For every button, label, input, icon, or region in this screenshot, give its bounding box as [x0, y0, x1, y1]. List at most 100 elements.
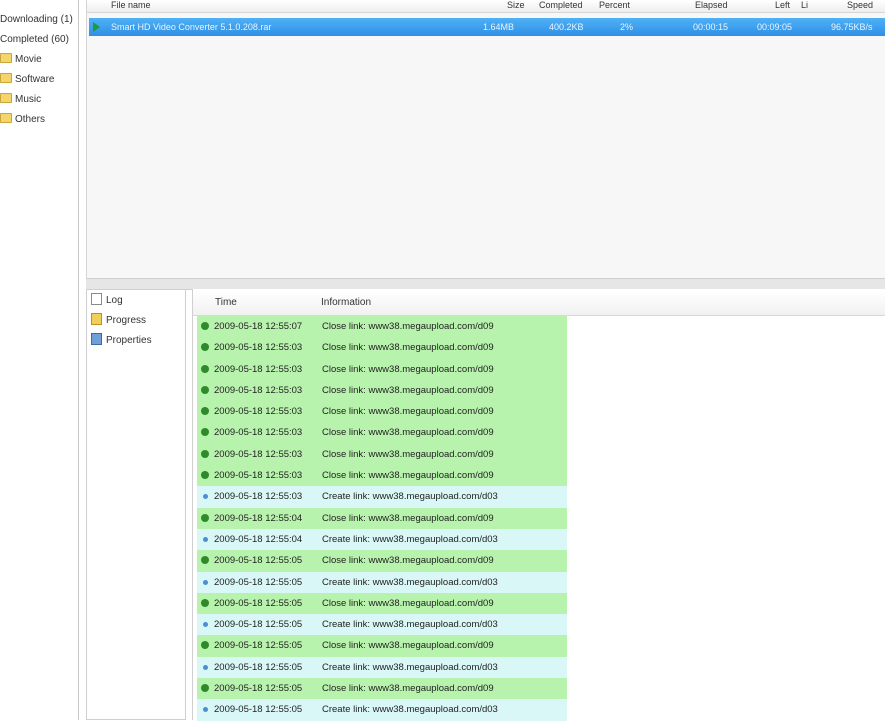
log-row[interactable]: 2009-05-18 12:55:04 Close link: www38.meg…	[197, 507, 567, 529]
log-time: 2009-05-18 12:55:04	[214, 533, 303, 545]
log-information: Close link: www38.megaupload.com/d09	[322, 321, 494, 332]
category-movie[interactable]: Movie	[0, 51, 42, 69]
log-information: Close link: www38.megaupload.com/d09	[322, 512, 494, 524]
log-information: Close link: www38.megaupload.com/d09	[322, 470, 494, 482]
info-icon	[203, 622, 208, 628]
log-information: Create link: www38.megaupload.com/d03	[322, 576, 498, 588]
log-information: Close link: www38.megaupload.com/d09	[322, 342, 494, 354]
log-time: 2009-05-18 12:55:07	[214, 321, 303, 332]
download-row-selected[interactable]: Smart HD Video Converter 5.1.0.208.rar 1…	[89, 18, 885, 36]
column-elapsed[interactable]: Elapsed	[695, 0, 728, 12]
log-time: 2009-05-18 12:55:05	[214, 597, 303, 609]
ok-circle-icon	[201, 684, 209, 693]
ok-circle-icon	[201, 428, 209, 437]
log-information: Create link: www38.megaupload.com/d03	[322, 704, 498, 716]
log-time: 2009-05-18 12:55:05	[214, 704, 303, 716]
log-time: 2009-05-18 12:55:03	[214, 470, 303, 482]
log-row[interactable]: 2009-05-18 12:55:03 Close link: www38.meg…	[197, 401, 567, 423]
log-information: Close link: www38.megaupload.com/d09	[322, 406, 494, 418]
category-completed[interactable]: Completed (60)	[0, 31, 69, 49]
log-information: Create link: www38.megaupload.com/d03	[322, 661, 498, 673]
log-information: Close link: www38.megaupload.com/d09	[322, 683, 494, 695]
category-music[interactable]: Music	[0, 91, 41, 109]
log-information: Close link: www38.megaupload.com/d09	[322, 597, 494, 609]
log-row[interactable]: 2009-05-18 12:55:05 Create link: www38.me…	[197, 656, 567, 679]
log-row[interactable]: 2009-05-18 12:55:03 Close link: www38.meg…	[197, 443, 567, 466]
log-rows: 2009-05-18 12:55:07 Close link: www38.meg…	[197, 316, 567, 721]
category-software[interactable]: Software	[0, 71, 54, 89]
log-row[interactable]: 2009-05-18 12:55:05 Close link: www38.meg…	[197, 592, 567, 615]
column-speed[interactable]: Speed	[847, 0, 873, 12]
log-time: 2009-05-18 12:55:05	[214, 576, 303, 588]
category-others[interactable]: Others	[0, 111, 45, 129]
log-row[interactable]: 2009-05-18 12:55:04 Create link: www38.me…	[197, 528, 567, 551]
category-tree: Downloading (1) Completed (60) Movie Sof…	[0, 0, 79, 720]
log-row[interactable]: 2009-05-18 12:55:03 Close link: www38.meg…	[197, 379, 567, 402]
column-percent[interactable]: Percent	[599, 0, 630, 12]
log-row[interactable]: 2009-05-18 12:55:03 Close link: www38.meg…	[197, 358, 567, 380]
log-time: 2009-05-18 12:55:05	[214, 619, 303, 631]
info-icon	[203, 536, 208, 542]
tab-properties-label: Properties	[106, 335, 152, 346]
column-li[interactable]: Li	[801, 0, 808, 12]
column-file-name[interactable]: File name	[111, 0, 151, 12]
category-downloading[interactable]: Downloading (1)	[0, 11, 73, 29]
log-information: Close link: www38.megaupload.com/d09	[322, 363, 494, 375]
ok-circle-icon	[201, 322, 209, 330]
log-row[interactable]: 2009-05-18 12:55:05 Create link: www38.me…	[197, 614, 567, 636]
column-completed[interactable]: Completed	[539, 0, 583, 12]
folder-icon	[0, 53, 12, 64]
ok-circle-icon	[201, 385, 209, 394]
folder-icon	[0, 93, 12, 104]
log-time: 2009-05-18 12:55:03	[214, 406, 303, 418]
download-list[interactable]: File name Size Completed Percent Elapsed…	[86, 0, 885, 278]
log-row[interactable]: 2009-05-18 12:55:05 Close link: www38.meg…	[197, 678, 567, 700]
ok-circle-icon	[201, 598, 209, 607]
log-time: 2009-05-18 12:55:05	[214, 661, 303, 673]
log-row[interactable]: 2009-05-18 12:55:05 Close link: www38.meg…	[197, 550, 567, 572]
tab-log[interactable]: Log	[91, 292, 123, 310]
log-time: 2009-05-18 12:55:03	[214, 491, 303, 503]
play-icon	[93, 22, 100, 32]
log-time: 2009-05-18 12:55:03	[214, 363, 303, 375]
progress-icon	[91, 313, 102, 326]
ok-circle-icon	[201, 449, 209, 458]
log-panel: Time Information 2009-05-18 12:55:07 Clos…	[192, 289, 885, 721]
tab-properties[interactable]: Properties	[91, 332, 152, 350]
log-row[interactable]: 2009-05-18 12:55:03 Close link: www38.meg…	[197, 422, 567, 444]
row-speed: 96.75KB/s	[831, 22, 873, 32]
log-row[interactable]: 2009-05-18 12:55:05 Create link: www38.me…	[197, 699, 567, 721]
log-row[interactable]: 2009-05-18 12:55:07 Close link: www38.meg…	[197, 316, 567, 338]
column-left[interactable]: Left	[775, 0, 790, 12]
info-icon	[203, 494, 208, 500]
log-information: Close link: www38.megaupload.com/d09	[322, 640, 494, 652]
column-time[interactable]: Time	[215, 291, 237, 315]
log-time: 2009-05-18 12:55:05	[214, 640, 303, 652]
info-icon	[203, 664, 208, 670]
folder-icon	[0, 73, 12, 84]
log-information: Close link: www38.megaupload.com/d09	[322, 427, 494, 439]
tab-progress[interactable]: Progress	[91, 312, 146, 330]
ok-circle-icon	[201, 364, 209, 373]
detail-tab-list: Log Progress Properties	[86, 289, 186, 720]
log-row[interactable]: 2009-05-18 12:55:05 Create link: www38.me…	[197, 571, 567, 593]
log-information: Create link: www38.megaupload.com/d03	[322, 491, 498, 503]
log-time: 2009-05-18 12:55:03	[214, 427, 303, 439]
row-left: 00:09:05	[757, 22, 793, 32]
log-row[interactable]: 2009-05-18 12:55:03 Create link: www38.me…	[197, 486, 567, 508]
column-size[interactable]: Size	[507, 0, 525, 12]
folder-icon	[0, 113, 12, 124]
log-information: Close link: www38.megaupload.com/d09	[322, 448, 494, 460]
ok-circle-icon	[201, 513, 209, 522]
ok-circle-icon	[201, 556, 209, 565]
log-row[interactable]: 2009-05-18 12:55:05 Close link: www38.meg…	[197, 635, 567, 657]
row-percent: 2%	[620, 22, 634, 32]
ok-circle-icon	[201, 407, 209, 416]
column-information[interactable]: Information	[321, 291, 371, 315]
log-row[interactable]: 2009-05-18 12:55:03 Close link: www38.meg…	[197, 465, 567, 487]
info-icon	[203, 707, 208, 713]
log-row[interactable]: 2009-05-18 12:55:03 Close link: www38.meg…	[197, 337, 567, 359]
tab-progress-label: Progress	[106, 315, 147, 326]
tab-log-label: Log	[106, 295, 123, 306]
category-label: Downloading	[0, 14, 58, 25]
